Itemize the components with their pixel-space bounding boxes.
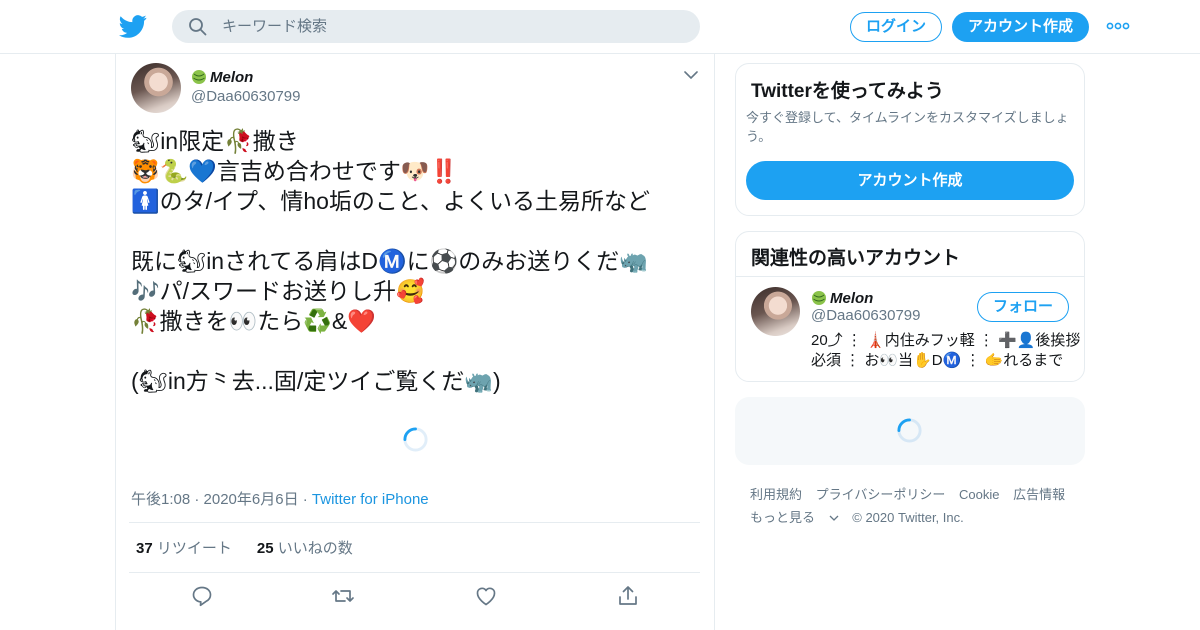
account-bio: 20⤴︎ ⋮ 🗼内住みフッ軽 ⋮ ➕👤後挨拶 必須 ⋮ お👀当✋DⓂ️ ⋮ 🫱れ… bbox=[811, 332, 1081, 369]
signup-card-button[interactable]: アカウント作成 bbox=[746, 161, 1074, 200]
tweet-detail-column: Melon @Daa60630799 🐿in限定🥀撒き 🐯🐍💙言吉め合わせです🐶… bbox=[115, 54, 715, 630]
sidebar-footer: 利用規約 プライバシーポリシー Cookie 広告情報 もっと見る © 2020… bbox=[750, 483, 1080, 529]
footer-link-ads[interactable]: 広告情報 bbox=[1013, 487, 1065, 502]
tweet-text: 🐿in限定🥀撒き 🐯🐍💙言吉め合わせです🐶‼️ 🚺のタ/イプ、情ho垢のこと、よ… bbox=[131, 128, 651, 394]
related-accounts-title: 関連性の高いアカウント bbox=[751, 248, 961, 269]
share-icon[interactable] bbox=[616, 584, 640, 608]
footer-link-terms[interactable]: 利用規約 bbox=[750, 487, 802, 502]
melon-icon bbox=[192, 70, 206, 84]
retweet-icon[interactable] bbox=[331, 584, 355, 608]
tweet-actions bbox=[116, 584, 716, 610]
tweet-source-link[interactable]: Twitter for iPhone bbox=[312, 491, 429, 508]
divider bbox=[129, 522, 700, 523]
tweet-timestamp: 午後1:08 · 2020年6月6日 · Twitter for iPhone bbox=[131, 488, 429, 509]
loading-card bbox=[735, 397, 1085, 465]
timestamp-text[interactable]: 午後1:08 · 2020年6月6日 · bbox=[131, 491, 312, 508]
loading-spinner-icon bbox=[897, 418, 922, 443]
retweet-label: リツイート bbox=[156, 540, 232, 557]
footer-links-row: 利用規約 プライバシーポリシー Cookie 広告情報 bbox=[750, 483, 1080, 506]
avatar[interactable] bbox=[751, 287, 800, 336]
related-accounts-card: 関連性の高いアカウント Melon @Daa60630799 フォロー 20⤴︎… bbox=[735, 231, 1085, 382]
signup-card-description: 今すぐ登録して、タイムラインをカスタマイズしましょう。 bbox=[746, 110, 1069, 144]
top-navigation-bar: ログイン アカウント作成 bbox=[0, 0, 1200, 54]
signup-button[interactable]: アカウント作成 bbox=[952, 12, 1089, 42]
retweet-count: 37 bbox=[136, 540, 153, 557]
related-account-name-row[interactable]: Melon bbox=[811, 288, 873, 308]
copyright-text: © 2020 Twitter, Inc. bbox=[852, 510, 964, 525]
chevron-down-icon bbox=[829, 515, 839, 521]
user-handle[interactable]: @Daa60630799 bbox=[191, 88, 300, 105]
avatar[interactable] bbox=[131, 63, 181, 113]
loading-spinner-icon bbox=[403, 427, 428, 452]
divider bbox=[129, 572, 700, 573]
footer-more-link[interactable]: もっと見る bbox=[750, 510, 839, 525]
follow-button[interactable]: フォロー bbox=[977, 292, 1069, 322]
tweet-stats: 37 リツイート 25 いいねの数 bbox=[136, 537, 353, 558]
search-input[interactable] bbox=[222, 10, 682, 43]
twitter-bird-icon[interactable] bbox=[119, 12, 147, 40]
like-stat[interactable]: 25 いいねの数 bbox=[257, 540, 353, 557]
like-icon[interactable] bbox=[474, 584, 498, 608]
display-name: Melon bbox=[830, 289, 874, 307]
footer-more-label: もっと見る bbox=[750, 510, 816, 525]
author-name-row[interactable]: Melon bbox=[191, 67, 253, 87]
more-dots-icon[interactable] bbox=[1106, 17, 1130, 35]
like-count: 25 bbox=[256, 540, 274, 557]
chevron-down-icon[interactable] bbox=[684, 70, 698, 80]
divider bbox=[736, 276, 1084, 277]
login-button[interactable]: ログイン bbox=[850, 12, 942, 42]
signup-promo-card: Twitterを使ってみよう 今すぐ登録して、タイムラインをカスタマイズしましょ… bbox=[735, 63, 1085, 216]
search-icon bbox=[189, 18, 207, 36]
display-name: Melon bbox=[210, 68, 254, 86]
user-handle[interactable]: @Daa60630799 bbox=[811, 307, 920, 324]
retweet-stat[interactable]: 37 リツイート bbox=[136, 540, 232, 557]
footer-link-privacy[interactable]: プライバシーポリシー bbox=[816, 487, 946, 502]
melon-icon bbox=[812, 291, 826, 305]
search-box[interactable] bbox=[172, 10, 700, 43]
signup-card-title: Twitterを使ってみよう bbox=[751, 81, 944, 102]
footer-link-cookie[interactable]: Cookie bbox=[959, 487, 999, 502]
footer-second-row: もっと見る © 2020 Twitter, Inc. bbox=[750, 506, 1080, 529]
like-label: いいねの数 bbox=[277, 540, 353, 557]
reply-icon[interactable] bbox=[190, 584, 214, 608]
